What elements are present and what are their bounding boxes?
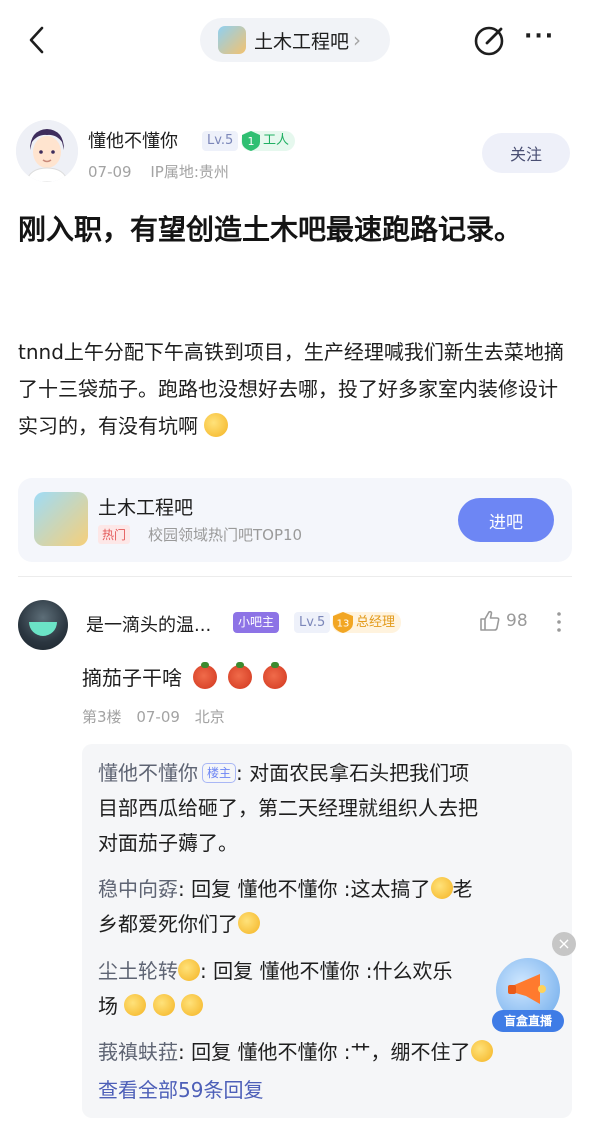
author-name[interactable]: 懂他不懂你	[88, 127, 178, 153]
grin-emoji-icon	[124, 994, 147, 1016]
reply-user[interactable]: 懂他不懂你	[98, 761, 198, 785]
reply-item-line: 乡都爱死你们了	[98, 907, 558, 942]
rank-shield-icon: 1	[242, 131, 260, 151]
reply-item-line: 场	[98, 989, 558, 1024]
more-vertical-icon[interactable]	[552, 608, 566, 636]
angry-emoji-icon	[193, 661, 217, 689]
replies-panel: 懂他不懂你 楼主: 对面农民拿石头把我们项 目部西瓜给砸了，第二天经理就组织人去把…	[82, 744, 572, 1118]
enter-forum-button[interactable]: 进吧	[458, 498, 554, 542]
comment-text: 摘茄子干啥	[82, 661, 287, 691]
svg-text:13: 13	[337, 619, 350, 630]
yum-emoji-icon	[204, 413, 229, 437]
megaphone-icon	[508, 974, 546, 1004]
grin-emoji-icon	[152, 994, 175, 1016]
commenter-rank-badge: 13 总经理	[332, 612, 402, 633]
top-bar: 土木工程吧 › ···	[0, 0, 590, 88]
author-meta: 07-09 IP属地:贵州	[88, 161, 243, 182]
forum-pill[interactable]: 土木工程吧 ›	[200, 18, 390, 62]
comment-text-content: 摘茄子干啥	[82, 666, 182, 690]
forum-card[interactable]: 土木工程吧 热门 校园领域热门吧TOP10 进吧	[18, 478, 572, 562]
comment-location: 北京	[194, 708, 225, 726]
author-avatar[interactable]	[16, 120, 78, 182]
like-button[interactable]: 98	[478, 609, 528, 633]
laugh-emoji-icon	[470, 1040, 493, 1062]
reply-item[interactable]: 莪禛蚨菈: 回复 懂他不懂你 :艹，绷不住了	[98, 1035, 558, 1070]
post-body: tnnd上午分配下午高铁到项目，生产经理喊我们新生去菜地摘了十三袋茄子。跑路也没…	[18, 334, 568, 445]
reply-user[interactable]: 莪禛蚨菈	[98, 1040, 178, 1064]
author-level-badge: Lv.5	[202, 131, 239, 151]
reply-text: 场	[98, 994, 118, 1018]
reply-text: : 回复 懂他不懂你 :这太搞了	[178, 877, 431, 901]
reply-user[interactable]: 尘土轮转	[98, 959, 178, 983]
edit-icon[interactable]	[472, 22, 508, 58]
comment-floor: 第3楼	[82, 708, 122, 726]
commenter-avatar[interactable]	[18, 600, 68, 650]
floating-promo[interactable]: 盲盒直播	[492, 958, 564, 1032]
commenter-name[interactable]: 是一滴头的温...	[86, 611, 211, 637]
view-all-replies-link[interactable]: 查看全部59条回复	[98, 1074, 263, 1103]
author-avatar-icon	[16, 120, 78, 182]
reply-text: 老	[452, 877, 473, 901]
like-count: 98	[506, 611, 528, 631]
laugh-emoji-icon	[430, 877, 453, 899]
back-arrow-icon[interactable]	[22, 24, 54, 56]
author-rank-title: 工人	[263, 133, 290, 148]
follow-button[interactable]: 关注	[482, 133, 570, 173]
svg-text:1: 1	[248, 135, 255, 148]
forum-logo-icon	[218, 26, 246, 54]
post-title: 刚入职，有望创造土木吧最速跑路记录。	[18, 213, 523, 246]
reply-text: 乡都爱死你们了	[98, 912, 238, 936]
reply-text: : 回复 懂他不懂你 :艹，绷不住了	[178, 1040, 471, 1064]
reply-item-line: 对面茄子薅了。	[98, 831, 238, 855]
forum-card-desc: 校园领域热门吧TOP10	[148, 526, 303, 544]
comment-date: 07-09	[136, 708, 180, 726]
angry-emoji-icon	[263, 661, 287, 689]
more-menu-button[interactable]: ···	[524, 24, 564, 56]
chevron-right-icon: ›	[353, 28, 362, 52]
moderator-badge: 小吧主	[233, 612, 280, 633]
divider	[18, 576, 572, 577]
post-date: 07-09	[88, 163, 132, 181]
smile-mask-icon	[29, 622, 57, 636]
thumbs-up-icon	[480, 610, 500, 631]
mask-emoji-icon	[178, 959, 200, 981]
ip-location: IP属地:贵州	[150, 163, 229, 181]
reply-item-line: 目部西瓜给砸了，第二天经理就组织人去把	[98, 796, 478, 820]
reply-text: : 回复 懂他不懂你 :什么欢乐	[200, 959, 453, 983]
close-float-button[interactable]: ×	[552, 932, 576, 956]
reply-user[interactable]: 稳中向孬	[98, 877, 178, 901]
reply-text: 对面农民拿石头把我们项	[242, 761, 470, 785]
post-body-text: tnnd上午分配下午高铁到项目，生产经理喊我们新生去菜地摘了十三袋茄子。跑路也没…	[18, 340, 564, 438]
angry-emoji-icon	[228, 661, 252, 689]
reply-item[interactable]: 懂他不懂你 楼主: 对面农民拿石头把我们项	[98, 756, 558, 791]
commenter-level-badge: Lv.5	[294, 612, 331, 633]
forum-pill-name: 土木工程吧	[254, 30, 350, 53]
comment-meta: 第3楼 07-09 北京	[82, 706, 235, 727]
rank-shield-icon: 13	[333, 612, 353, 633]
forum-card-logo-icon	[34, 492, 88, 546]
commenter-rank-title: 总经理	[356, 615, 396, 630]
grin-emoji-icon	[238, 912, 260, 934]
forum-card-name: 土木工程吧	[98, 497, 194, 519]
reply-item[interactable]: 稳中向孬: 回复 懂他不懂你 :这太搞了老	[98, 872, 558, 907]
reply-sep: :	[236, 761, 243, 785]
author-rank-badge: 1 工人	[241, 131, 296, 151]
hot-badge: 热门	[98, 525, 131, 544]
grin-emoji-icon	[181, 994, 204, 1016]
reply-item[interactable]: 尘土轮转 : 回复 懂他不懂你 :什么欢乐	[98, 954, 558, 989]
floating-promo-label: 盲盒直播	[492, 1010, 564, 1032]
op-badge: 楼主	[202, 763, 237, 783]
